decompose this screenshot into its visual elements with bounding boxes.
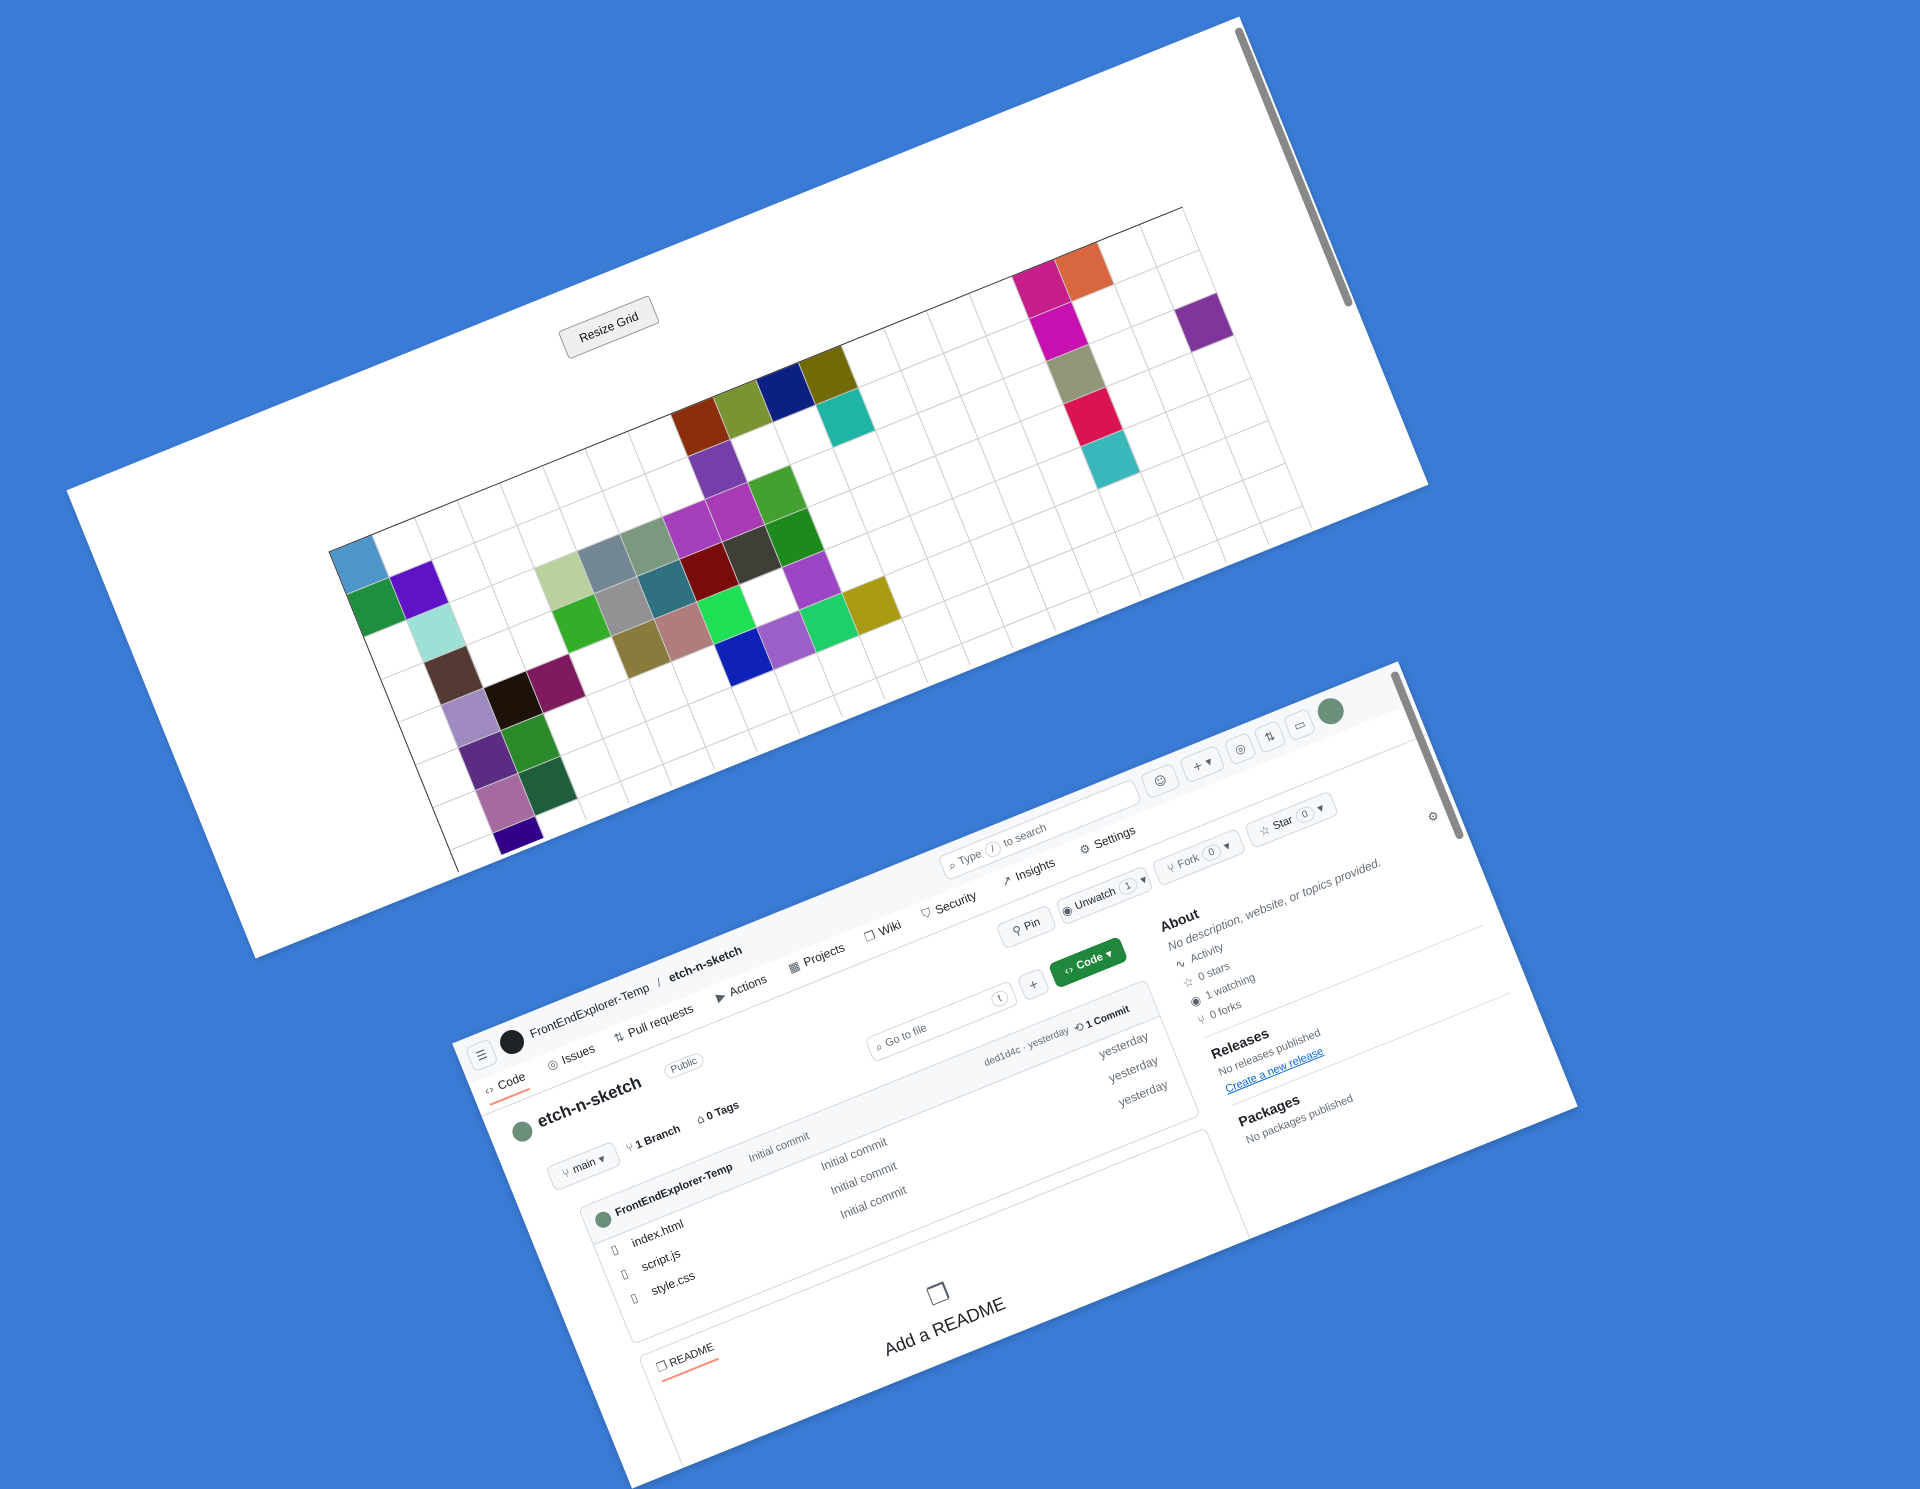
chevron-down-icon: ▾: [1203, 753, 1215, 770]
file-icon: ▯: [608, 1241, 621, 1258]
unwatch-label: Unwatch: [1073, 885, 1118, 913]
go-to-file-key: t: [989, 988, 1011, 1009]
pull-request-icon: ⇅: [611, 1029, 627, 1046]
add-file-button[interactable]: +: [1016, 967, 1051, 1002]
repo-title: etch-n-sketch: [534, 1072, 645, 1132]
chevron-down-icon: ▾: [1221, 838, 1233, 854]
code-button-label: Code: [1074, 951, 1105, 973]
book-icon: ❐: [862, 927, 878, 945]
fork-icon: ⑂: [1165, 860, 1178, 877]
star-button[interactable]: ☆ Star 0 ▾: [1244, 790, 1340, 850]
star-count: 0: [1293, 803, 1317, 826]
search-icon: ⌕: [873, 1038, 885, 1055]
fork-icon: ⑂: [1195, 1012, 1208, 1028]
book-icon: ❐: [923, 1277, 954, 1312]
visibility-badge: Public: [662, 1051, 707, 1081]
gear-icon: ⚙: [1077, 840, 1093, 858]
search-prefix: Type: [956, 847, 984, 869]
tags-link[interactable]: ⌂ 0 Tags: [694, 1097, 741, 1127]
copilot-icon: ☺: [1152, 772, 1169, 790]
fork-button[interactable]: ⑂ Fork 0 ▾: [1151, 827, 1247, 887]
commit-author-avatar: [592, 1209, 614, 1231]
menu-icon: ☰: [474, 1046, 490, 1064]
eye-icon: ◉: [1188, 992, 1204, 1010]
pulse-icon: ∿: [1173, 955, 1188, 973]
chevron-down-icon: ▾: [596, 1151, 608, 1167]
branches-count: 1 Branch: [634, 1122, 683, 1152]
file-icon: ▯: [628, 1290, 640, 1306]
unwatch-count: 1: [1116, 875, 1140, 897]
breadcrumb-separator: /: [654, 975, 664, 990]
plus-icon: +: [1190, 757, 1205, 775]
book-icon: ❐: [654, 1358, 670, 1376]
chevron-down-icon: ▾: [1315, 800, 1326, 816]
resize-grid-button[interactable]: Resize Grid: [557, 294, 660, 360]
owner-avatar: [509, 1118, 536, 1145]
pin-label: Pin: [1022, 916, 1042, 934]
search-key: /: [982, 838, 1004, 860]
star-label: Star: [1271, 814, 1295, 833]
chevron-down-icon: ▾: [1103, 946, 1115, 962]
branches-link[interactable]: ⑂ 1 Branch: [624, 1121, 683, 1156]
tab-readme[interactable]: ❐ README: [654, 1339, 719, 1383]
file-icon: ▯: [618, 1266, 631, 1282]
play-icon: ▶: [713, 988, 728, 1005]
star-icon: ☆: [1257, 822, 1273, 840]
scrollbar[interactable]: [1233, 26, 1354, 308]
readme-tab-label: README: [667, 1341, 716, 1370]
issue-icon: ◎: [545, 1055, 561, 1073]
tags-count: 0 Tags: [704, 1099, 741, 1123]
branch-icon: ⑂: [560, 1165, 573, 1182]
unwatch-button[interactable]: ◉ Unwatch 1 ▾: [1054, 865, 1154, 926]
branch-name: main: [570, 1155, 598, 1176]
tab-wiki-label: Wiki: [876, 917, 904, 939]
chevron-down-icon: ▾: [1138, 871, 1150, 888]
pin-icon: ⚲: [1010, 922, 1024, 939]
star-icon: ☆: [1180, 973, 1196, 991]
inbox-icon: ▭: [1291, 716, 1308, 734]
fork-count: 0: [1199, 841, 1224, 863]
code-icon: ‹›: [482, 1081, 497, 1099]
table-icon: ▦: [786, 958, 802, 976]
pull-request-icon: ⇅: [1262, 728, 1278, 746]
gear-icon[interactable]: ⚙: [1426, 808, 1444, 832]
code-dropdown-button[interactable]: ‹› Code ▾: [1048, 936, 1129, 989]
commit-count: 1 Commit: [1084, 1003, 1132, 1032]
plus-icon: +: [1026, 976, 1041, 993]
fork-label: Fork: [1175, 851, 1201, 872]
branch-selector[interactable]: ⑂ main ▾: [545, 1140, 623, 1192]
eye-icon: ◉: [1059, 902, 1075, 920]
search-icon: ⌕: [946, 857, 958, 873]
go-to-file-placeholder: Go to file: [883, 1022, 929, 1050]
issue-icon: ◎: [1232, 740, 1248, 758]
code-icon: ‹›: [1061, 961, 1076, 979]
tab-code-label: Code: [495, 1069, 528, 1093]
graph-icon: ↗: [999, 872, 1015, 890]
pin-button[interactable]: ⚲ Pin: [995, 904, 1058, 950]
shield-icon: ⛉: [919, 905, 934, 922]
forks-label: 0 forks: [1208, 998, 1244, 1023]
